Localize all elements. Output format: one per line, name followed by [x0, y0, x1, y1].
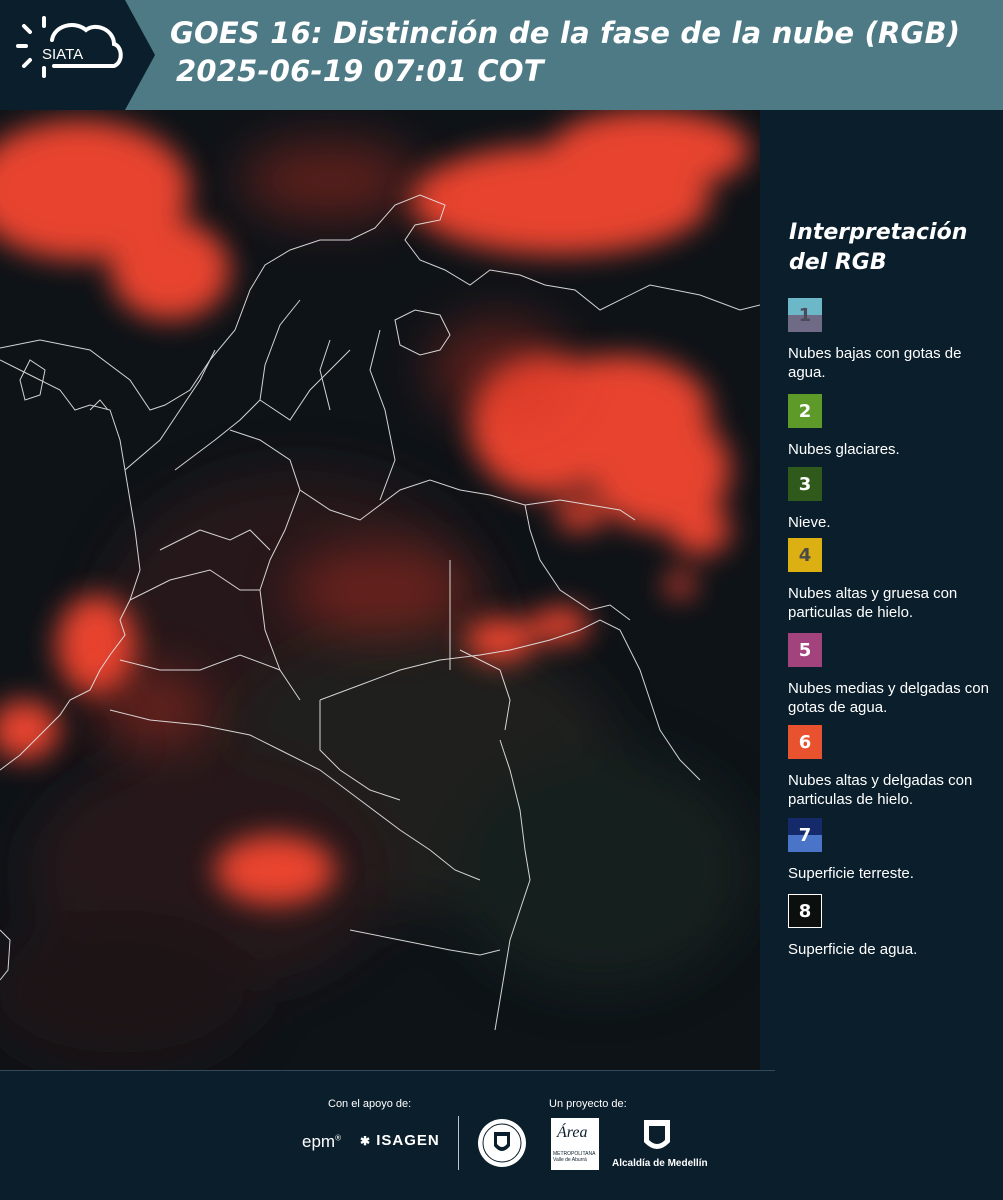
legend-item-6: 6 Nubes altas y delgadas con particulas …	[788, 725, 1000, 809]
footer-divider-line	[0, 1070, 775, 1071]
legend-swatch-6: 6	[788, 725, 822, 759]
epm-logo-text: epm	[302, 1132, 336, 1151]
isagen-mark-icon: ✱	[360, 1134, 372, 1148]
satellite-image	[0, 110, 760, 1070]
header: SIATA GOES 16: Distinción de la fase de …	[0, 0, 1003, 110]
legend-number-3: 3	[798, 473, 812, 495]
legend-label-7: Superficie terreste.	[788, 865, 914, 882]
legend-label-5: Nubes medias y delgadas con gotas de agu…	[788, 680, 989, 716]
legend-label-1: Nubes bajas con gotas de agua.	[788, 345, 962, 381]
area-logo-text: Área	[557, 1124, 588, 1141]
legend-swatch-5: 5	[788, 633, 822, 667]
legend-swatch-7: 7	[788, 818, 822, 852]
epm-logo: epm®	[302, 1132, 341, 1151]
area-logo-caption: METROPOLITANA Valle de Aburrá	[553, 1151, 596, 1163]
legend-label-4: Nubes altas y gruesa con particulas de h…	[788, 585, 958, 621]
footer-divider	[458, 1116, 459, 1170]
support-label: Con el apoyo de:	[328, 1098, 412, 1110]
legend-item-5: 5 Nubes medias y delgadas con gotas de a…	[788, 633, 1000, 717]
page-title: GOES 16: Distinción de la fase de la nub…	[170, 16, 961, 50]
legend-item-7: 7 Superficie terreste.	[788, 818, 1000, 883]
siata-logo: SIATA	[16, 16, 123, 78]
alcaldia-label: Alcaldía de Medellín	[612, 1158, 708, 1169]
legend-item-4: 4 Nubes altas y gruesa con particulas de…	[788, 538, 1000, 622]
legend-number-7: 7	[798, 824, 812, 846]
isagen-logo: ✱ ISAGEN	[360, 1132, 440, 1149]
legend-item-1: 1 Nubes bajas con gotas de agua.	[788, 298, 1000, 382]
legend-number-4: 4	[798, 544, 812, 566]
timestamp: 2025-06-19 07:01 COT	[176, 54, 544, 88]
legend-swatch-1: 1	[788, 298, 822, 332]
legend-item-3: 3 Nieve.	[788, 467, 1000, 532]
legend-swatch-8: 8	[788, 894, 822, 928]
satellite-map[interactable]	[0, 110, 760, 1070]
legend-item-2: 2 Nubes glaciares.	[788, 394, 1000, 459]
legend-label-3: Nieve.	[788, 514, 831, 531]
footer: Con el apoyo de: Un proyecto de: epm® ✱ …	[0, 1070, 1003, 1200]
legend-number-8: 8	[798, 900, 812, 922]
isagen-logo-text: ISAGEN	[376, 1132, 440, 1149]
legend-number-6: 6	[798, 731, 812, 753]
legend-swatch-4: 4	[788, 538, 822, 572]
legend-label-8: Superficie de agua.	[788, 941, 918, 958]
legend-swatch-2: 2	[788, 394, 822, 428]
legend-number-5: 5	[798, 639, 812, 661]
project-label: Un proyecto de:	[549, 1098, 627, 1110]
legend-item-8: 8 Superficie de agua.	[788, 894, 1000, 959]
area-metropolitana-logo: Área METROPOLITANA Valle de Aburrá	[551, 1118, 599, 1170]
legend-panel: Interpretación del RGB 1 Nubes bajas con…	[760, 110, 1003, 1070]
medellin-shield-icon	[644, 1120, 670, 1149]
siata-logo-text: SIATA	[42, 46, 83, 63]
legend-swatch-3: 3	[788, 467, 822, 501]
legend-title: Interpretación del RGB	[789, 220, 968, 275]
legend-number-2: 2	[798, 400, 812, 422]
medellin-seal-icon	[478, 1119, 526, 1167]
legend-label-6: Nubes altas y delgadas con particulas de…	[788, 772, 973, 808]
legend-label-2: Nubes glaciares.	[788, 441, 900, 458]
legend-number-1: 1	[798, 304, 812, 326]
